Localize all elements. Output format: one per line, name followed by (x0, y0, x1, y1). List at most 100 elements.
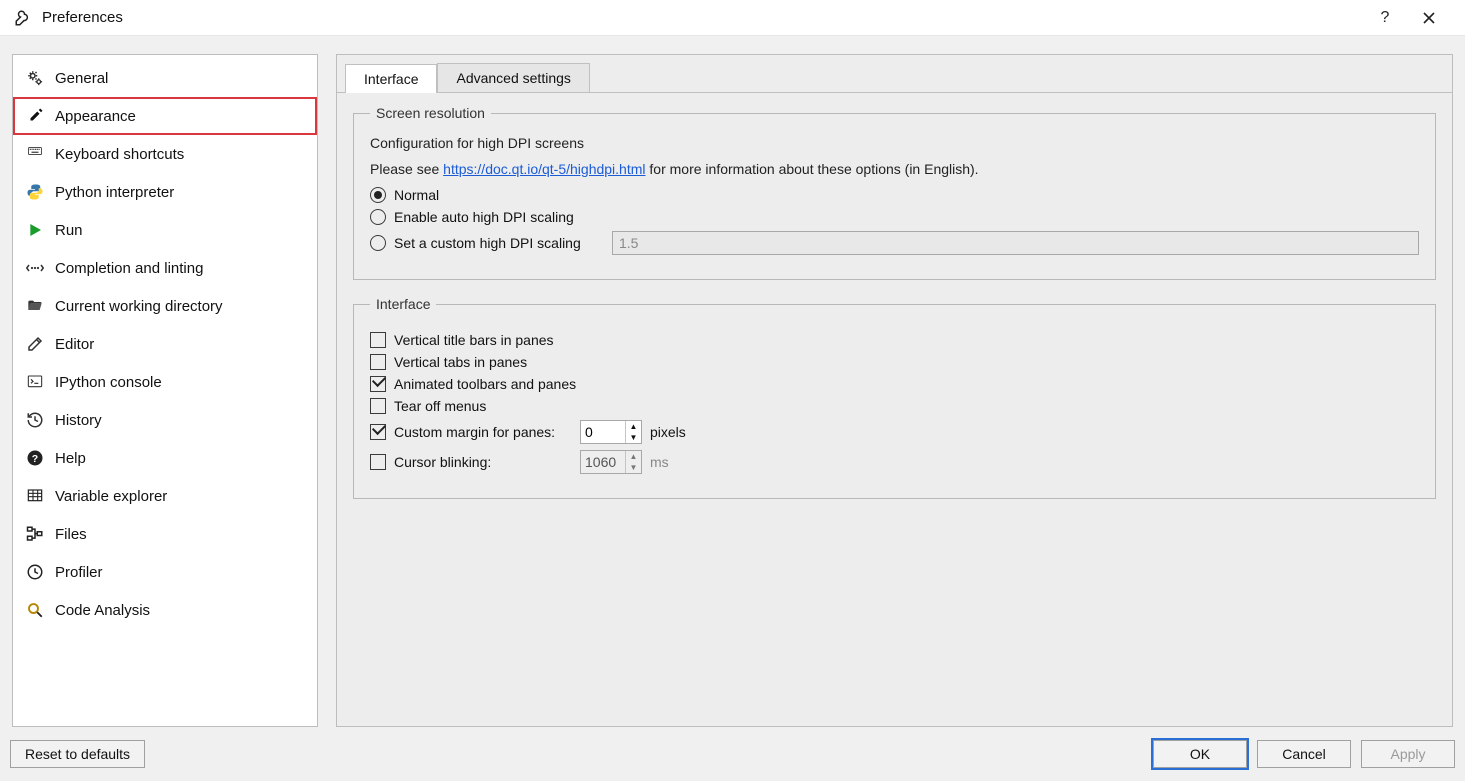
blink-spinbox: ▲▼ (580, 450, 642, 474)
group-screen-resolution: Screen resolution Configuration for high… (353, 105, 1436, 280)
keyboard-icon (25, 144, 45, 164)
wrench-icon (14, 9, 32, 27)
cb-custom-margin[interactable] (370, 424, 386, 440)
folder-open-icon (25, 296, 45, 316)
window-title: Preferences (42, 9, 1363, 26)
sidebar-item-files[interactable]: Files (13, 515, 317, 553)
tab-advanced-settings[interactable]: Advanced settings (437, 63, 589, 92)
spin-arrows[interactable]: ▲▼ (625, 421, 641, 443)
sidebar-label: History (55, 412, 102, 429)
sidebar-label: Variable explorer (55, 488, 167, 505)
group-interface: Interface Vertical title bars in panes V… (353, 296, 1436, 499)
help-circle-icon: ? (25, 448, 45, 468)
sidebar-label: Python interpreter (55, 184, 174, 201)
radio-custom-row[interactable]: Set a custom high DPI scaling (370, 231, 1419, 255)
table-icon (25, 486, 45, 506)
sidebar-label: IPython console (55, 374, 162, 391)
sidebar-item-ipython-console[interactable]: IPython console (13, 363, 317, 401)
group-legend: Interface (370, 296, 436, 312)
cb-blink-label: Cursor blinking: (394, 454, 572, 470)
help-button[interactable]: ? (1363, 0, 1407, 36)
sidebar-item-cwd[interactable]: Current working directory (13, 287, 317, 325)
reset-defaults-button[interactable]: Reset to defaults (10, 740, 145, 768)
custom-dpi-input (612, 231, 1419, 255)
sidebar-item-keyboard-shortcuts[interactable]: Keyboard shortcuts (13, 135, 317, 173)
close-button[interactable] (1407, 0, 1451, 36)
title-bar: Preferences ? (0, 0, 1465, 36)
svg-text:?: ? (32, 453, 38, 465)
sidebar-item-python-interpreter[interactable]: Python interpreter (13, 173, 317, 211)
sidebar-item-variable-explorer[interactable]: Variable explorer (13, 477, 317, 515)
file-tree-icon (25, 524, 45, 544)
sidebar: General Appearance Keyboard shortcuts Py… (12, 54, 318, 727)
margin-unit: pixels (650, 424, 686, 440)
cb-cursor-blinking[interactable] (370, 454, 386, 470)
sidebar-label: Current working directory (55, 298, 223, 315)
cb-vertical-tabs[interactable] (370, 354, 386, 370)
highdpi-link[interactable]: https://doc.qt.io/qt-5/highdpi.html (443, 161, 645, 177)
sidebar-label: Code Analysis (55, 602, 150, 619)
sidebar-item-profiler[interactable]: Profiler (13, 553, 317, 591)
radio-auto-highdpi[interactable] (370, 209, 386, 225)
cb-tearoff-menus[interactable] (370, 398, 386, 414)
cancel-button[interactable]: Cancel (1257, 740, 1351, 768)
screen-res-subtitle: Configuration for high DPI screens (370, 135, 1419, 151)
radio-auto-label: Enable auto high DPI scaling (394, 209, 574, 225)
eyedropper-icon (25, 106, 45, 126)
sidebar-label: Keyboard shortcuts (55, 146, 184, 163)
note-suffix: for more information about these options… (646, 161, 979, 177)
apply-button: Apply (1361, 740, 1455, 768)
cb-vertical-title-label: Vertical title bars in panes (394, 332, 554, 348)
sidebar-label: Completion and linting (55, 260, 203, 277)
settings-pane: Interface Advanced settings Screen resol… (336, 54, 1453, 727)
cb-vertical-tabs-label: Vertical tabs in panes (394, 354, 527, 370)
dialog-footer: Reset to defaults OK Cancel Apply (10, 737, 1455, 771)
sidebar-item-general[interactable]: General (13, 59, 317, 97)
sidebar-item-history[interactable]: History (13, 401, 317, 439)
pane-body: Screen resolution Configuration for high… (337, 93, 1452, 726)
margin-value[interactable] (581, 421, 625, 443)
note-prefix: Please see (370, 161, 443, 177)
gears-icon (25, 68, 45, 88)
radio-normal-row[interactable]: Normal (370, 187, 1419, 203)
magnifier-icon (25, 600, 45, 620)
cb-blink-row[interactable]: Cursor blinking: ▲▼ ms (370, 450, 1419, 474)
radio-normal[interactable] (370, 187, 386, 203)
cb-margin-row[interactable]: Custom margin for panes: ▲▼ pixels (370, 420, 1419, 444)
cb-animated-toolbars[interactable] (370, 376, 386, 392)
clock-icon (25, 562, 45, 582)
cb-vertical-title-row[interactable]: Vertical title bars in panes (370, 332, 1419, 348)
radio-auto-row[interactable]: Enable auto high DPI scaling (370, 209, 1419, 225)
sidebar-label: Files (55, 526, 87, 543)
tab-interface[interactable]: Interface (345, 64, 437, 93)
sidebar-label: Editor (55, 336, 94, 353)
cb-tearoff-label: Tear off menus (394, 398, 486, 414)
cb-tearoff-row[interactable]: Tear off menus (370, 398, 1419, 414)
ok-button[interactable]: OK (1153, 740, 1247, 768)
screen-res-note: Please see https://doc.qt.io/qt-5/highdp… (370, 161, 1419, 177)
sidebar-item-editor[interactable]: Editor (13, 325, 317, 363)
cb-vertical-title[interactable] (370, 332, 386, 348)
radio-custom-highdpi[interactable] (370, 235, 386, 251)
content-frame: General Appearance Keyboard shortcuts Py… (12, 54, 1453, 727)
sidebar-item-run[interactable]: Run (13, 211, 317, 249)
edit-icon (25, 334, 45, 354)
sidebar-item-appearance[interactable]: Appearance (13, 97, 317, 135)
sidebar-item-completion-linting[interactable]: Completion and linting (13, 249, 317, 287)
sidebar-label: General (55, 70, 108, 87)
blink-unit: ms (650, 454, 669, 470)
sidebar-item-help[interactable]: ? Help (13, 439, 317, 477)
sidebar-label: Appearance (55, 108, 136, 125)
group-legend: Screen resolution (370, 105, 491, 121)
spin-arrows: ▲▼ (625, 451, 641, 473)
cb-vertical-tabs-row[interactable]: Vertical tabs in panes (370, 354, 1419, 370)
margin-spinbox[interactable]: ▲▼ (580, 420, 642, 444)
cb-margin-label: Custom margin for panes: (394, 424, 572, 440)
history-icon (25, 410, 45, 430)
tab-bar: Interface Advanced settings (337, 55, 1452, 93)
cb-animated-row[interactable]: Animated toolbars and panes (370, 376, 1419, 392)
radio-custom-label: Set a custom high DPI scaling (394, 235, 604, 251)
sidebar-label: Profiler (55, 564, 103, 581)
play-icon (25, 220, 45, 240)
sidebar-item-code-analysis[interactable]: Code Analysis (13, 591, 317, 629)
